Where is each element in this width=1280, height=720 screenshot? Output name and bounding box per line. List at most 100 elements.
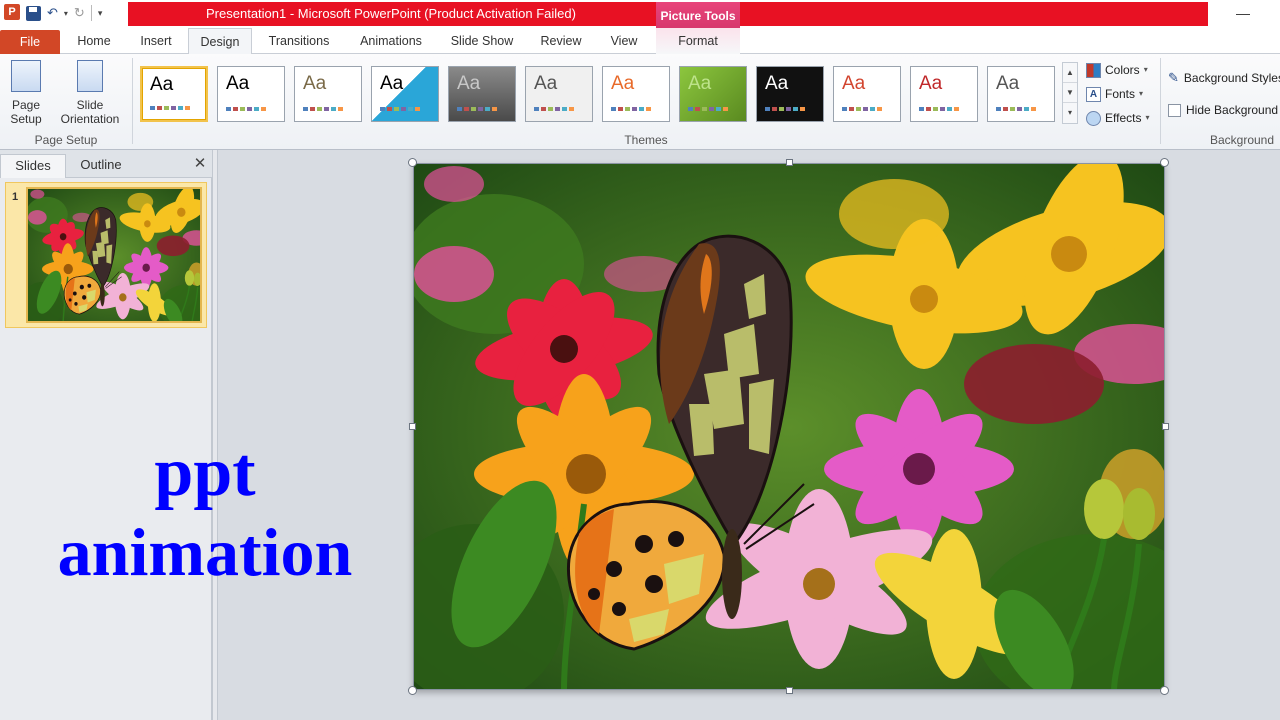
- window-title: Presentation1 - Microsoft PowerPoint (Pr…: [206, 6, 576, 21]
- page-setup-button[interactable]: Page Setup: [4, 60, 48, 126]
- scroll-down-icon[interactable]: ▼: [1063, 83, 1077, 103]
- checkbox-icon[interactable]: [1168, 103, 1181, 117]
- theme-8[interactable]: Aa: [679, 66, 747, 122]
- redo-icon[interactable]: ↻: [74, 5, 85, 21]
- theme-10[interactable]: Aa: [833, 66, 901, 122]
- gallery-more-icon[interactable]: ▾: [1063, 103, 1077, 123]
- background-styles-label: Background Styles: [1183, 71, 1280, 85]
- save-icon[interactable]: [26, 5, 41, 21]
- tab-home[interactable]: Home: [66, 28, 122, 54]
- theme-sample-text: Aa: [380, 73, 404, 94]
- overlay-title-line1: ppt: [154, 434, 256, 511]
- theme-color-swatches: [534, 107, 574, 111]
- theme-color-swatches: [611, 107, 651, 111]
- close-icon[interactable]: ✕: [192, 156, 208, 172]
- slide-orientation-icon: [77, 60, 103, 92]
- theme-color-swatches: [919, 107, 959, 111]
- theme-11[interactable]: Aa: [910, 66, 978, 122]
- theme-color-swatches: [996, 107, 1036, 111]
- scroll-up-icon[interactable]: ▲: [1063, 63, 1077, 83]
- theme-office[interactable]: Aa: [140, 66, 208, 122]
- tab-format[interactable]: Format: [656, 28, 740, 54]
- theme-sample-text: Aa: [611, 73, 635, 94]
- colors-button[interactable]: Colors ▾: [1086, 60, 1148, 80]
- theme-sample-text: Aa: [688, 73, 712, 94]
- group-divider: [132, 58, 133, 144]
- slide-thumbnail-image: [26, 187, 202, 323]
- theme-color-swatches: [303, 107, 343, 111]
- theme-9[interactable]: Aa: [756, 66, 824, 122]
- butterfly-flowers-image: [414, 164, 1165, 690]
- theme-color-swatches: [765, 107, 805, 111]
- theme-sample-text: Aa: [303, 73, 327, 94]
- effects-button[interactable]: Effects ▾: [1086, 108, 1149, 128]
- themes-group-label: Themes: [624, 133, 668, 147]
- customize-toolbar-icon[interactable]: ▾: [98, 8, 103, 19]
- minimize-icon[interactable]: —: [1236, 6, 1250, 20]
- theme-color-swatches: [457, 107, 497, 111]
- fonts-button[interactable]: A Fonts ▾: [1086, 84, 1143, 104]
- resize-handle-bottom-right[interactable]: [1160, 686, 1169, 695]
- theme-color-swatches: [380, 107, 420, 111]
- butterfly-picture[interactable]: [413, 163, 1165, 690]
- theme-3[interactable]: Aa: [294, 66, 362, 122]
- powerpoint-icon[interactable]: P: [4, 4, 20, 20]
- tab-view[interactable]: View: [600, 28, 648, 54]
- page-setup-group-label: Page Setup: [34, 133, 98, 147]
- slide-orientation-label: Slide Orientation: [60, 98, 120, 126]
- undo-dropdown-icon[interactable]: ▾: [64, 9, 68, 18]
- hide-background-graphics-label: Hide Background Graphics: [1186, 103, 1280, 117]
- resize-handle-top-left[interactable]: [408, 158, 417, 167]
- colors-icon: [1086, 62, 1101, 78]
- theme-7[interactable]: Aa: [602, 66, 670, 122]
- chevron-down-icon: ▾: [1143, 65, 1148, 74]
- tab-design[interactable]: Design: [188, 28, 252, 55]
- theme-sample-text: Aa: [919, 73, 943, 94]
- resize-handle-left[interactable]: [409, 423, 416, 430]
- theme-6[interactable]: Aa: [525, 66, 593, 122]
- tab-review[interactable]: Review: [532, 28, 590, 54]
- resize-handle-bottom-left[interactable]: [408, 686, 417, 695]
- resize-handle-top[interactable]: [786, 159, 793, 166]
- slide-orientation-button[interactable]: Slide Orientation: [52, 60, 128, 126]
- colors-label: Colors: [1105, 63, 1140, 77]
- tab-outline[interactable]: Outline: [68, 154, 134, 178]
- tab-transitions[interactable]: Transitions: [258, 28, 340, 54]
- undo-icon[interactable]: ↶: [47, 5, 58, 21]
- fonts-icon: A: [1086, 86, 1101, 102]
- theme-4[interactable]: Aa: [371, 66, 439, 122]
- theme-sample-text: Aa: [457, 73, 481, 94]
- theme-2[interactable]: Aa: [217, 66, 285, 122]
- fonts-label: Fonts: [1105, 87, 1136, 101]
- tab-slide-show[interactable]: Slide Show: [442, 28, 522, 54]
- tab-slides[interactable]: Slides: [0, 154, 66, 178]
- chevron-down-icon: ▾: [1145, 113, 1150, 122]
- resize-handle-right[interactable]: [1162, 423, 1169, 430]
- background-group-label: Background: [1209, 133, 1275, 147]
- butterfly-flowers-thumbnail: [28, 189, 200, 321]
- tab-file[interactable]: File: [0, 30, 60, 54]
- resize-handle-bottom[interactable]: [786, 687, 793, 694]
- picture-tools-context-label: Picture Tools: [656, 2, 740, 30]
- effects-label: Effects: [1105, 111, 1142, 125]
- theme-5[interactable]: Aa: [448, 66, 516, 122]
- hide-background-graphics-checkbox[interactable]: Hide Background Graphics: [1168, 100, 1280, 120]
- tab-insert[interactable]: Insert: [128, 28, 184, 54]
- pane-tabs: Slides Outline ✕: [0, 150, 212, 178]
- theme-color-swatches: [150, 106, 190, 110]
- background-styles-button[interactable]: ✎ Background Styles: [1168, 68, 1280, 88]
- overlay-title-line2: animation: [57, 514, 353, 590]
- tab-animations[interactable]: Animations: [350, 28, 432, 54]
- resize-handle-top-right[interactable]: [1160, 158, 1169, 167]
- quick-access-toolbar: ↶ ▾ ↻ ▾: [26, 3, 102, 23]
- background-styles-icon: ✎: [1168, 70, 1179, 85]
- slide-number: 1: [12, 191, 19, 203]
- theme-color-swatches: [842, 107, 882, 111]
- chevron-down-icon: ▾: [1139, 89, 1144, 98]
- theme-12[interactable]: Aa: [987, 66, 1055, 122]
- theme-sample-text: Aa: [842, 73, 866, 94]
- theme-color-swatches: [226, 107, 266, 111]
- ribbon-design: Page Setup Slide Orientation Page Setup …: [0, 54, 1280, 150]
- slide-thumbnail-1[interactable]: 1: [5, 182, 207, 328]
- themes-scroll[interactable]: ▲ ▼ ▾: [1062, 62, 1078, 124]
